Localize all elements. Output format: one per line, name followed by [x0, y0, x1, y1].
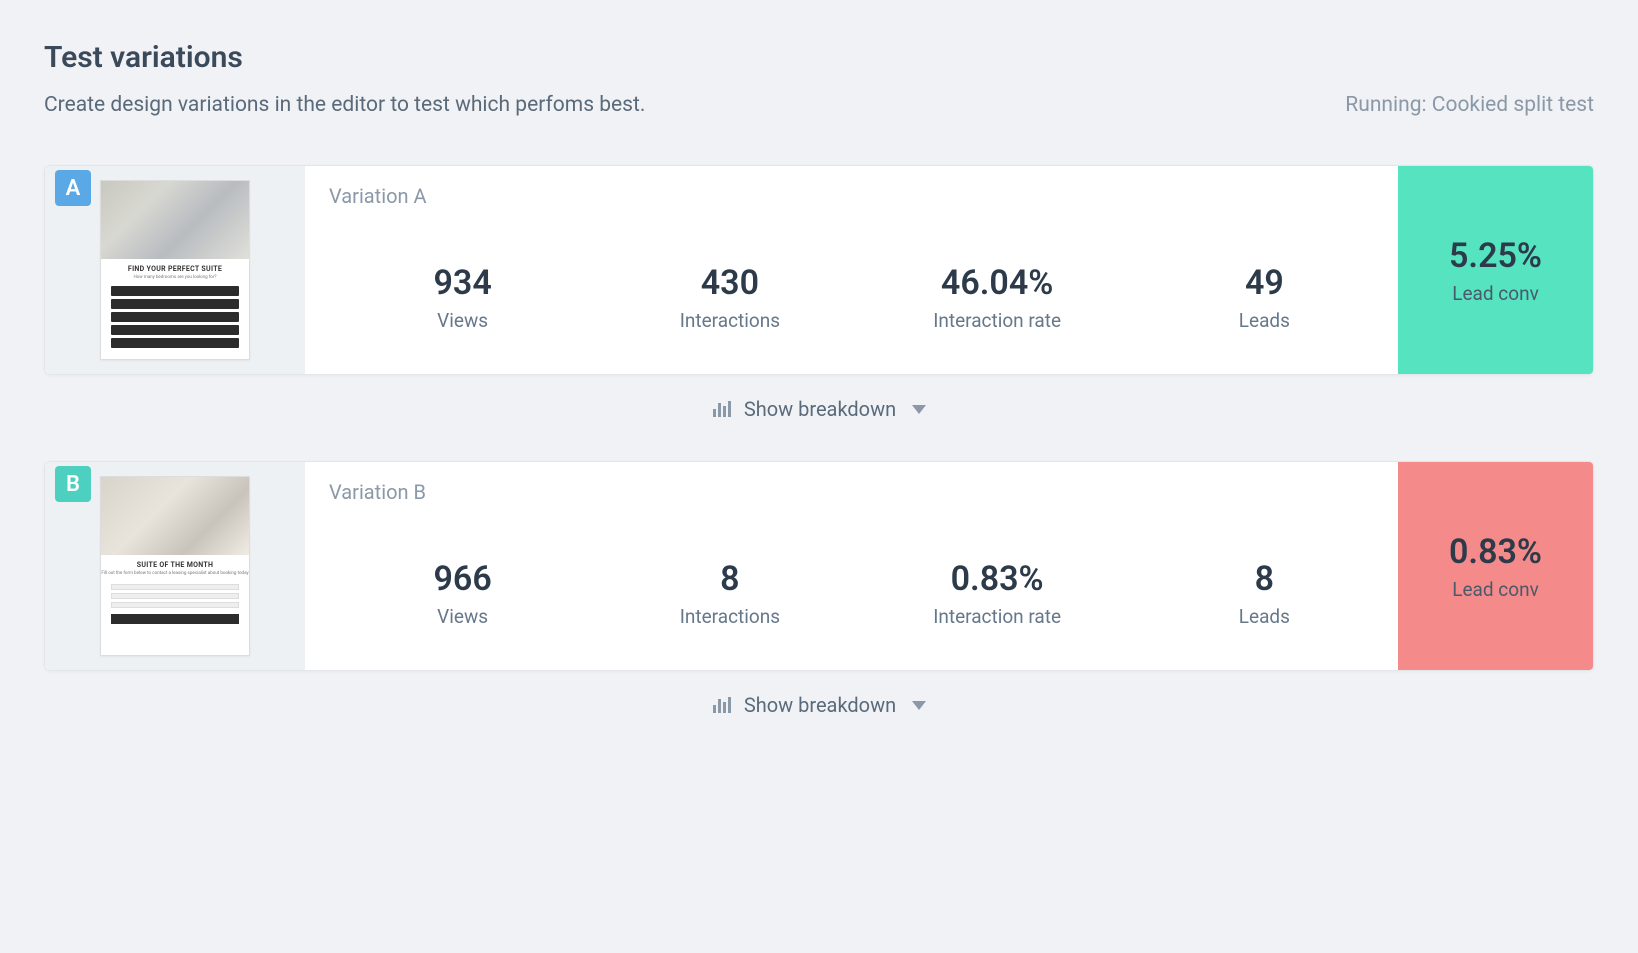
- metric-interaction-rate: 46.04% Interaction rate: [864, 263, 1131, 332]
- bar-chart-icon: [712, 399, 732, 419]
- thumbnail-preview: FIND YOUR PERFECT SUITE How many bedroom…: [100, 180, 250, 360]
- metric-value: 0.83%: [864, 559, 1131, 599]
- show-breakdown-b[interactable]: Show breakdown: [44, 671, 1594, 757]
- metric-value: 934: [329, 263, 596, 303]
- metric-value: 8: [1131, 559, 1398, 599]
- metrics-row: 966 Views 8 Interactions 0.83% Interacti…: [329, 516, 1398, 670]
- thumbnail-subtext: Fill out the form below to contact a lea…: [101, 571, 249, 580]
- page-subheader: Create design variations in the editor t…: [44, 93, 1594, 117]
- metric-label: Leads: [1131, 605, 1398, 628]
- metric-label: Views: [329, 309, 596, 332]
- show-breakdown-a[interactable]: Show breakdown: [44, 375, 1594, 461]
- lead-conv-label: Lead conv: [1452, 578, 1539, 601]
- lead-conv-value: 0.83%: [1449, 532, 1542, 572]
- variation-badge-a: A: [55, 170, 91, 206]
- metrics-row: 934 Views 430 Interactions 46.04% Intera…: [329, 220, 1398, 374]
- lead-conv-a: 5.25% Lead conv: [1398, 166, 1593, 374]
- metric-value: 8: [596, 559, 863, 599]
- thumbnail-subtext: How many bedrooms are you looking for?: [101, 275, 249, 284]
- metric-label: Interactions: [596, 309, 863, 332]
- chevron-down-icon: [912, 701, 926, 710]
- page-subtitle: Create design variations in the editor t…: [44, 93, 645, 117]
- variation-card-b: B SUITE OF THE MONTH Fill out the form b…: [44, 461, 1594, 671]
- metric-interactions: 8 Interactions: [596, 559, 863, 628]
- metric-leads: 8 Leads: [1131, 559, 1398, 628]
- chevron-down-icon: [912, 405, 926, 414]
- show-breakdown-label: Show breakdown: [744, 397, 896, 421]
- thumbnail-buttons: [101, 284, 249, 350]
- metric-leads: 49 Leads: [1131, 263, 1398, 332]
- metric-label: Leads: [1131, 309, 1398, 332]
- thumbnail-preview: SUITE OF THE MONTH Fill out the form bel…: [100, 476, 250, 656]
- lead-conv-value: 5.25%: [1449, 236, 1542, 276]
- lead-conv-label: Lead conv: [1452, 282, 1539, 305]
- thumbnail-heading: FIND YOUR PERFECT SUITE: [101, 259, 249, 275]
- metric-label: Views: [329, 605, 596, 628]
- metric-value: 49: [1131, 263, 1398, 303]
- metric-value: 46.04%: [864, 263, 1131, 303]
- variation-body-a: Variation A 934 Views 430 Interactions 4…: [305, 166, 1398, 374]
- lead-conv-b: 0.83% Lead conv: [1398, 462, 1593, 670]
- variation-body-b: Variation B 966 Views 8 Interactions 0.8…: [305, 462, 1398, 670]
- thumbnail-image: [101, 181, 249, 259]
- thumbnail-image: [101, 477, 249, 555]
- metric-label: Interaction rate: [864, 309, 1131, 332]
- variation-name: Variation B: [329, 480, 1398, 504]
- metric-views: 966 Views: [329, 559, 596, 628]
- metric-interaction-rate: 0.83% Interaction rate: [864, 559, 1131, 628]
- metric-views: 934 Views: [329, 263, 596, 332]
- metric-value: 966: [329, 559, 596, 599]
- variation-card-a: A FIND YOUR PERFECT SUITE How many bedro…: [44, 165, 1594, 375]
- metric-label: Interactions: [596, 605, 863, 628]
- variation-name: Variation A: [329, 184, 1398, 208]
- thumbnail-heading: SUITE OF THE MONTH: [101, 555, 249, 571]
- thumbnail-form: [101, 580, 249, 628]
- page-title: Test variations: [44, 40, 1594, 75]
- variation-badge-b: B: [55, 466, 91, 502]
- metric-interactions: 430 Interactions: [596, 263, 863, 332]
- metric-value: 430: [596, 263, 863, 303]
- running-status: Running: Cookied split test: [1345, 93, 1594, 117]
- show-breakdown-label: Show breakdown: [744, 693, 896, 717]
- bar-chart-icon: [712, 695, 732, 715]
- metric-label: Interaction rate: [864, 605, 1131, 628]
